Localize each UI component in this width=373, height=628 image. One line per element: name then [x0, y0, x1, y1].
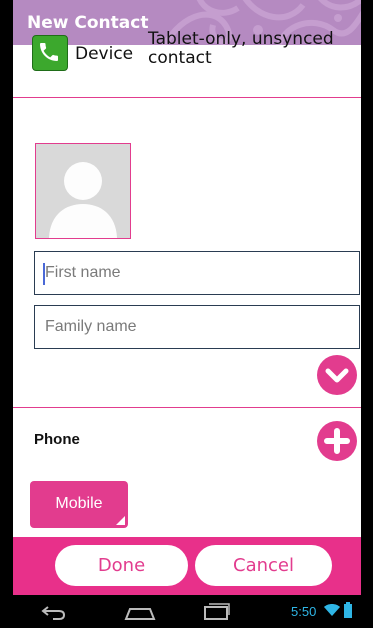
phone-type-dropdown[interactable]: Mobile	[30, 481, 128, 528]
account-type-label: Device	[75, 44, 134, 64]
system-nav-bar: 5:50	[13, 595, 361, 628]
add-phone-button[interactable]	[317, 421, 357, 461]
first-name-field[interactable]	[34, 251, 360, 295]
dropdown-corner-icon	[116, 516, 125, 525]
wifi-icon	[324, 604, 340, 616]
section-divider	[13, 407, 361, 408]
page-title: New Contact	[27, 13, 149, 33]
phone-type-label: Mobile	[55, 495, 103, 512]
recent-apps-icon[interactable]	[201, 601, 231, 623]
plus-icon	[324, 428, 350, 454]
text-cursor	[43, 263, 45, 285]
cancel-button[interactable]: Cancel	[195, 545, 332, 586]
battery-icon	[344, 602, 352, 618]
done-button[interactable]: Done	[55, 545, 188, 586]
expand-name-fields-button[interactable]	[317, 355, 357, 395]
contact-photo-picker[interactable]	[35, 143, 131, 239]
chevron-down-icon	[325, 368, 349, 383]
phone-icon	[32, 35, 68, 71]
action-bar: Done Cancel	[13, 537, 361, 595]
app-frame: New Contact Device Tablet-only, unsynced…	[13, 0, 361, 628]
status-clock: 5:50	[291, 604, 317, 619]
first-name-input[interactable]	[35, 252, 359, 294]
family-name-input[interactable]	[35, 306, 359, 348]
home-icon[interactable]	[122, 601, 158, 623]
back-icon[interactable]	[39, 601, 69, 623]
phone-section-heading: Phone	[34, 431, 80, 448]
contact-silhouette-icon	[49, 162, 117, 238]
account-description: Tablet-only, unsynced contact	[148, 29, 334, 68]
family-name-field[interactable]	[34, 305, 360, 349]
